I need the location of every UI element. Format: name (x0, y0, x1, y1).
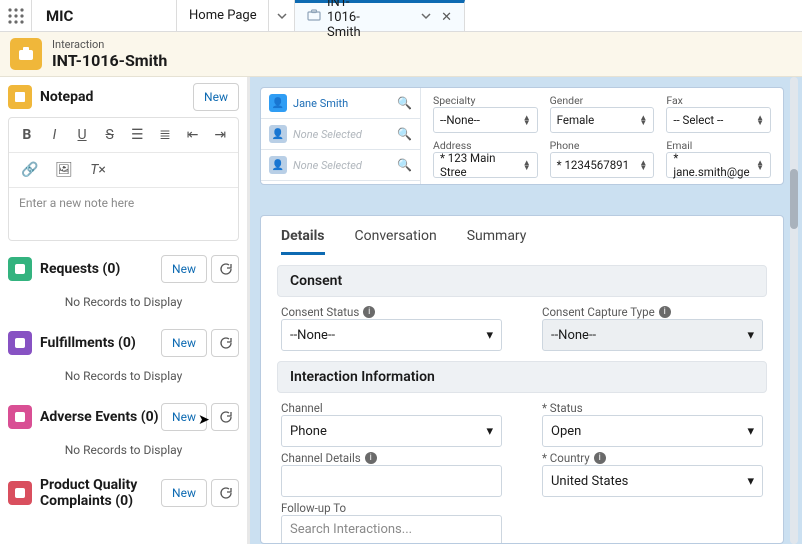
search-icon[interactable]: 🔍 (397, 96, 412, 110)
country-select[interactable]: United States▾ (542, 465, 763, 497)
tab-home[interactable]: Home Page (177, 0, 295, 31)
channel-details-label: Channel Details (281, 451, 361, 465)
status-select[interactable]: Open▾ (542, 415, 763, 447)
email-select[interactable]: * jane.smith@ge▲▼ (666, 152, 771, 178)
consent-status-select[interactable]: --None--▾ (281, 319, 502, 351)
panel-refresh-button[interactable] (211, 255, 239, 283)
followup-label: Follow-up To (281, 501, 346, 515)
account-2-label: None Selected (293, 128, 397, 141)
panel-title: Requests (0) (40, 261, 161, 277)
info-icon[interactable]: i (594, 452, 606, 464)
panel-refresh-button[interactable] (211, 479, 239, 507)
status-label: * Status (542, 401, 583, 415)
record-icon (10, 38, 42, 70)
scrollbar-thumb[interactable] (790, 169, 798, 229)
phone-label: Phone (550, 139, 655, 152)
record-header: Interaction INT-1016-Smith (0, 32, 802, 77)
panel-icon (8, 331, 32, 355)
search-icon[interactable]: 🔍 (397, 158, 412, 172)
panel-icon (8, 257, 32, 281)
consent-capture-label: Consent Capture Type (542, 305, 655, 319)
panel-new-button[interactable]: New (161, 479, 207, 507)
panel-title: Adverse Events (0) (40, 409, 161, 425)
panel-title: Product Quality Complaints (0) (40, 477, 161, 509)
scrollbar-track (790, 77, 798, 544)
account-row-3[interactable]: 👤 None Selected 🔍 (261, 150, 420, 181)
consent-capture-select[interactable]: --None--▾ (542, 319, 763, 351)
tab-record-menu[interactable] (421, 10, 431, 25)
panel-empty: No Records to Display (0, 437, 247, 471)
tab-home-label: Home Page (189, 8, 257, 23)
details-card: Details Conversation Summary Consent Con… (260, 215, 784, 544)
indent-button[interactable]: ⇥ (212, 124, 228, 146)
account-3-label: None Selected (293, 159, 397, 172)
person-icon: 👤 (269, 125, 287, 143)
panel-title: Fulfillments (0) (40, 335, 161, 351)
tab-close-icon[interactable]: ✕ (441, 10, 452, 25)
tab-summary[interactable]: Summary (467, 228, 527, 255)
person-icon: 👤 (269, 156, 287, 174)
underline-button[interactable]: U (74, 124, 90, 146)
consent-status-label: Consent Status (281, 305, 359, 319)
italic-button[interactable]: I (47, 124, 63, 146)
address-select[interactable]: * 123 Main Stree▲▼ (433, 152, 538, 178)
panel-new-button[interactable]: New (161, 329, 207, 357)
panel-icon (8, 481, 32, 505)
strike-button[interactable]: S (102, 124, 118, 146)
gender-select[interactable]: Female▲▼ (550, 107, 655, 133)
tab-home-menu[interactable] (268, 0, 294, 31)
section-interaction: Interaction Information (277, 361, 767, 393)
image-button[interactable]: 🖼 (53, 159, 75, 181)
account-fields-card: 👤 Jane Smith 🔍 👤 None Selected 🔍 👤 None … (260, 87, 784, 185)
tab-details[interactable]: Details (281, 228, 325, 255)
notepad-title: Notepad (40, 89, 193, 105)
notepad-icon (8, 85, 32, 109)
section-consent: Consent (277, 265, 767, 297)
clear-format-button[interactable]: T× (87, 159, 109, 181)
account-row-2[interactable]: 👤 None Selected 🔍 (261, 119, 420, 150)
panel-empty: No Records to Display (0, 289, 247, 323)
specialty-select[interactable]: --None--▲▼ (433, 107, 538, 133)
bold-button[interactable]: B (19, 124, 35, 146)
gender-label: Gender (550, 94, 655, 107)
info-icon[interactable]: i (365, 452, 377, 464)
phone-select[interactable]: * 1234567891▲▼ (550, 152, 655, 178)
bullet-list-button[interactable]: ☰ (130, 124, 146, 146)
channel-label: Channel (281, 401, 323, 415)
app-title: MIC (32, 0, 177, 31)
apps-launcher[interactable] (0, 0, 32, 31)
info-icon[interactable]: i (659, 306, 671, 318)
panel-icon (8, 405, 32, 429)
person-icon: 👤 (269, 94, 287, 112)
channel-details-input[interactable] (281, 465, 502, 497)
note-textarea[interactable]: Enter a new note here (9, 188, 238, 240)
record-title: INT-1016-Smith (52, 51, 167, 70)
link-button[interactable]: 🔗 (19, 159, 41, 181)
briefcase-icon (307, 8, 321, 26)
outdent-button[interactable]: ⇤ (185, 124, 201, 146)
record-type: Interaction (52, 38, 167, 51)
panel-refresh-button[interactable] (211, 403, 239, 431)
account-primary-name: Jane Smith (293, 97, 397, 110)
numbered-list-button[interactable]: ≣ (157, 124, 173, 146)
fax-select[interactable]: -- Select --▲▼ (666, 107, 771, 133)
specialty-label: Specialty (433, 94, 538, 107)
account-row-primary[interactable]: 👤 Jane Smith 🔍 (261, 88, 420, 119)
search-icon[interactable]: 🔍 (397, 127, 412, 141)
channel-select[interactable]: Phone▾ (281, 415, 502, 447)
panel-empty: No Records to Display (0, 363, 247, 397)
followup-input[interactable]: Search Interactions... (281, 515, 502, 544)
notepad-new-button[interactable]: New (193, 83, 239, 111)
tab-record[interactable]: INT-1016-Smith ✕ (295, 0, 465, 31)
panel-new-button[interactable]: New (161, 255, 207, 283)
country-label: * Country (542, 451, 590, 465)
tab-record-label: INT-1016-Smith (327, 0, 377, 40)
info-icon[interactable]: i (363, 306, 375, 318)
mouse-cursor-icon: ➤ (198, 412, 210, 428)
fax-label: Fax (666, 94, 771, 107)
tab-conversation[interactable]: Conversation (355, 228, 437, 255)
panel-refresh-button[interactable] (211, 329, 239, 357)
